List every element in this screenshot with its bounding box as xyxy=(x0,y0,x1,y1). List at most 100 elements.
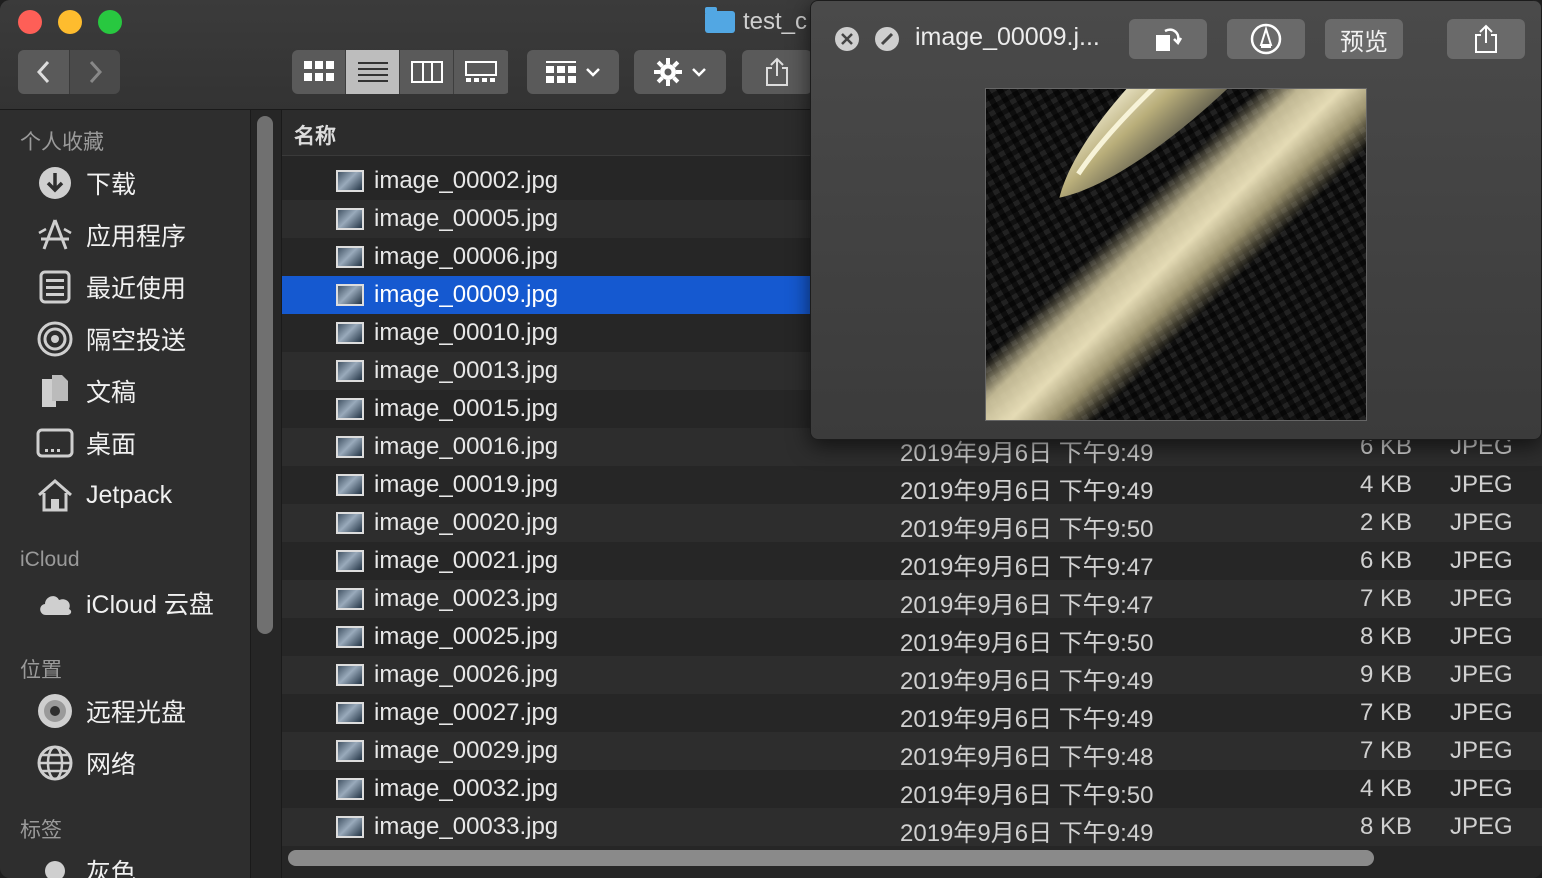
file-thumbnail-icon xyxy=(336,170,364,192)
sidebar-item-applications[interactable]: 应用程序 xyxy=(36,216,186,254)
table-row[interactable]: image_00029.jpg 2019年9月6日 下午9:48 7 KB JPEG xyxy=(282,732,1542,771)
sidebar-item-label: Jetpack xyxy=(86,480,173,509)
table-row[interactable]: image_00023.jpg 2019年9月6日 下午9:47 7 KB JPEG xyxy=(282,580,1542,619)
table-row[interactable]: image_00025.jpg 2019年9月6日 下午9:50 8 KB JPEG xyxy=(282,618,1542,657)
file-kind: JPEG xyxy=(1450,813,1513,840)
table-row[interactable]: image_00033.jpg 2019年9月6日 下午9:49 8 KB JPEG xyxy=(282,808,1542,847)
sidebar-section-locations: 位置 xyxy=(20,659,62,682)
file-name: image_00015.jpg xyxy=(374,395,559,422)
minimize-window-button[interactable] xyxy=(58,10,82,34)
table-row[interactable]: image_00020.jpg 2019年9月6日 下午9:50 2 KB JPEG xyxy=(282,504,1542,543)
quicklook-share-button[interactable] xyxy=(1447,19,1525,59)
rotate-icon xyxy=(1156,28,1183,51)
sidebar-item-label: 隔空投送 xyxy=(86,327,187,355)
sidebar-section-tags: 标签 xyxy=(20,819,62,842)
gallery-view-button[interactable] xyxy=(454,50,508,94)
markup-icon xyxy=(1250,23,1282,55)
list-view-button[interactable] xyxy=(346,50,400,94)
sidebar-item-home[interactable]: Jetpack xyxy=(36,476,172,514)
action-button[interactable] xyxy=(634,50,726,94)
group-by-button[interactable] xyxy=(527,50,619,94)
sidebar-item-tag-gray[interactable]: 灰色 xyxy=(36,852,136,878)
file-thumbnail-icon xyxy=(336,512,364,534)
recents-icon xyxy=(36,268,74,306)
file-size: 4 KB xyxy=(1359,471,1412,498)
file-name: image_00027.jpg xyxy=(374,699,559,726)
rotate-button[interactable] xyxy=(1129,19,1207,59)
grid-group-icon xyxy=(546,61,576,83)
gear-icon xyxy=(654,58,682,86)
chevron-down-icon xyxy=(692,68,706,77)
quicklook-close-button[interactable] xyxy=(835,27,859,51)
file-name: image_00013.jpg xyxy=(374,357,559,384)
sidebar-scrollbar[interactable] xyxy=(257,116,273,634)
file-thumbnail-icon xyxy=(336,208,364,230)
file-size: 9 KB xyxy=(1359,661,1412,688)
file-name: image_00016.jpg xyxy=(374,433,559,460)
sidebar: 个人收藏 下载 应用程序 最近使用 隔空投送 文稿 桌面 Jetpack iCl… xyxy=(0,110,250,878)
fish-photo xyxy=(1059,89,1318,198)
column-header-name[interactable]: 名称 xyxy=(294,120,336,150)
share-icon xyxy=(1475,24,1497,53)
sidebar-item-network[interactable]: 网络 xyxy=(36,744,136,782)
sidebar-item-label: 应用程序 xyxy=(86,223,187,251)
chevron-left-icon xyxy=(36,60,49,84)
file-thumbnail-icon xyxy=(336,284,364,306)
file-thumbnail-icon xyxy=(336,626,364,648)
file-date-modified: 2019年9月6日 下午9:49 xyxy=(900,706,1154,733)
file-thumbnail-icon xyxy=(336,246,364,268)
finder-window: test_c 个人收藏 下载 应用程序 最近使用 隔空投送 文稿 桌面 Jetp… xyxy=(0,0,1542,878)
horizontal-scrollbar[interactable] xyxy=(288,850,1374,866)
forward-button[interactable] xyxy=(69,50,120,94)
file-name: image_00021.jpg xyxy=(374,547,559,574)
table-row[interactable]: image_00019.jpg 2019年9月6日 下午9:49 4 KB JPEG xyxy=(282,466,1542,505)
view-mode-selector xyxy=(292,50,510,94)
column-view-button[interactable] xyxy=(400,50,454,94)
table-row[interactable]: image_00021.jpg 2019年9月6日 下午9:47 6 KB JPEG xyxy=(282,542,1542,581)
sidebar-item-documents[interactable]: 文稿 xyxy=(36,372,136,410)
icon-view-button[interactable] xyxy=(292,50,346,94)
share-button[interactable] xyxy=(742,50,812,94)
sidebar-item-desktop[interactable]: 桌面 xyxy=(36,424,136,462)
quicklook-panel: image_00009.j... 预览 xyxy=(810,0,1542,440)
sidebar-item-label: iCloud 云盘 xyxy=(86,591,214,619)
quicklook-title: image_00009.j... xyxy=(915,23,1100,51)
file-kind: JPEG xyxy=(1450,471,1513,498)
table-row[interactable]: image_00032.jpg 2019年9月6日 下午9:50 4 KB JPEG xyxy=(282,770,1542,809)
documents-icon xyxy=(36,372,74,410)
file-thumbnail-icon xyxy=(336,322,364,344)
file-name: image_00020.jpg xyxy=(374,509,559,536)
sidebar-section-favorites: 个人收藏 xyxy=(20,131,104,154)
sidebar-item-recents[interactable]: 最近使用 xyxy=(36,268,186,306)
file-size: 7 KB xyxy=(1359,737,1412,764)
file-date-modified: 2019年9月6日 下午9:50 xyxy=(900,630,1154,657)
quicklook-fullscreen-button[interactable] xyxy=(875,27,899,51)
maximize-window-button[interactable] xyxy=(98,10,122,34)
sidebar-item-icloud-drive[interactable]: iCloud 云盘 xyxy=(36,584,214,622)
table-row[interactable]: image_00026.jpg 2019年9月6日 下午9:49 9 KB JPEG xyxy=(282,656,1542,695)
chevron-down-icon xyxy=(586,68,600,77)
window-title-text: test_c xyxy=(743,8,808,35)
file-date-modified: 2019年9月6日 下午9:49 xyxy=(900,478,1154,505)
sidebar-item-label: 远程光盘 xyxy=(86,699,187,727)
close-window-button[interactable] xyxy=(18,10,42,34)
file-kind: JPEG xyxy=(1450,585,1513,612)
file-date-modified: 2019年9月6日 下午9:48 xyxy=(900,744,1154,771)
file-name: image_00025.jpg xyxy=(374,623,559,650)
sidebar-item-remote-disc[interactable]: 远程光盘 xyxy=(36,692,186,730)
file-thumbnail-icon xyxy=(336,664,364,686)
home-icon xyxy=(36,476,74,514)
table-row[interactable]: image_00027.jpg 2019年9月6日 下午9:49 7 KB JPEG xyxy=(282,694,1542,733)
network-icon xyxy=(36,744,74,782)
file-date-modified: 2019年9月6日 下午9:49 xyxy=(900,820,1154,847)
open-with-preview-button[interactable]: 预览 xyxy=(1325,19,1403,59)
file-thumbnail-icon xyxy=(336,474,364,496)
back-button[interactable] xyxy=(18,50,69,94)
sidebar-item-airdrop[interactable]: 隔空投送 xyxy=(36,320,186,358)
markup-button[interactable] xyxy=(1227,19,1305,59)
sidebar-item-downloads[interactable]: 下载 xyxy=(36,164,136,202)
disc-icon xyxy=(36,692,74,730)
sidebar-section-icloud: iCloud xyxy=(20,548,80,571)
sidebar-item-label: 文稿 xyxy=(86,379,137,407)
file-size: 7 KB xyxy=(1359,585,1412,612)
